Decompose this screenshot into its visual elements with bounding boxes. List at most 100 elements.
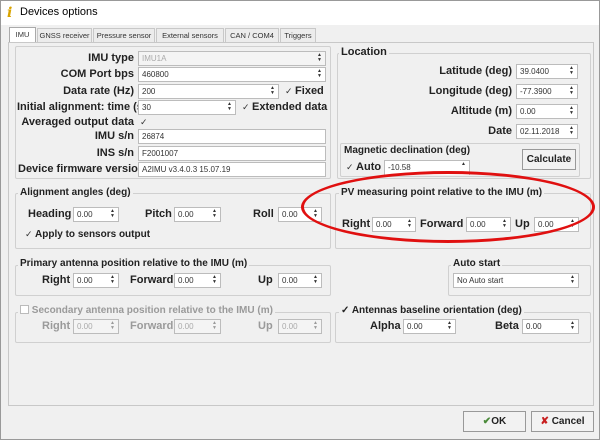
latitude-value: 39.0400 bbox=[520, 67, 549, 76]
secondary-right-label: Right bbox=[42, 320, 71, 332]
cancel-button[interactable]: ✘ Cancel bbox=[531, 411, 594, 432]
secondary-antenna-checkbox[interactable] bbox=[20, 305, 29, 314]
firmware-field[interactable]: A2IMU v3.4.0.3 15.07.19 bbox=[138, 162, 326, 177]
date-spinbox[interactable]: 02.11.2018 ▲ ▼ bbox=[516, 124, 578, 139]
spinner-arrows-icon[interactable]: ▲ ▼ bbox=[108, 321, 117, 332]
averaged-output-label: Averaged output data bbox=[21, 116, 134, 128]
auto-label: Auto bbox=[356, 161, 382, 173]
cancel-x-icon: ✘ bbox=[540, 416, 549, 427]
highlight-ellipse bbox=[301, 171, 595, 243]
ok-button[interactable]: ✔OK bbox=[463, 411, 526, 432]
alpha-value: 0.00 bbox=[407, 322, 423, 331]
imu-type-select[interactable]: IMU1A ▲ ▼ bbox=[138, 51, 326, 66]
apply-sensors-checkbox[interactable]: ✓ Apply to sensors output bbox=[25, 227, 150, 242]
primary-right-value: 0.00 bbox=[77, 276, 93, 285]
fixed-label: Fixed bbox=[295, 85, 324, 97]
com-port-value: 460800 bbox=[142, 70, 169, 79]
pitch-value: 0.00 bbox=[178, 210, 194, 219]
initial-alignment-spinbox[interactable]: 30 ▲ ▼ bbox=[138, 100, 236, 115]
cancel-label: Cancel bbox=[551, 416, 585, 427]
ins-sn-field[interactable]: F2001007 bbox=[138, 146, 326, 161]
auto-start-value: No Auto start bbox=[457, 276, 504, 285]
tab-pressure-sensor[interactable]: Pressure sensor bbox=[93, 28, 155, 42]
heading-value: 0.00 bbox=[77, 210, 93, 219]
auto-checkbox[interactable]: ✓ Auto bbox=[346, 160, 381, 174]
magnetic-declination-value: -10.58 bbox=[388, 163, 411, 172]
secondary-forward-value: 0.00 bbox=[178, 322, 194, 331]
roll-value: 0.00 bbox=[282, 210, 298, 219]
secondary-up-value: 0.00 bbox=[282, 322, 298, 331]
spinner-arrows-icon[interactable]: ▲ ▼ bbox=[210, 209, 219, 220]
spinner-arrows-icon[interactable]: ▲ ▼ bbox=[567, 66, 576, 77]
data-rate-value: 200 bbox=[142, 87, 156, 96]
secondary-right-value: 0.00 bbox=[77, 322, 93, 331]
pitch-spinbox[interactable]: 0.00 ▲ ▼ bbox=[174, 207, 221, 222]
spinner-arrows-icon[interactable]: ▲ ▼ bbox=[210, 275, 219, 286]
spinner-arrows-icon[interactable]: ▲ ▼ bbox=[108, 275, 117, 286]
spinner-arrows-icon[interactable]: ▲ ▼ bbox=[567, 126, 576, 137]
tab-external-sensors[interactable]: External sensors bbox=[156, 28, 224, 42]
longitude-label: Longitude (deg) bbox=[428, 85, 512, 97]
firmware-label: Device firmware version bbox=[18, 163, 145, 175]
extended-data-checkbox[interactable]: ✓ Extended data bbox=[242, 100, 327, 114]
secondary-up-spinbox[interactable]: 0.00 ▲ ▼ bbox=[278, 319, 322, 334]
latitude-label: Latitude (deg) bbox=[439, 65, 512, 77]
pitch-label: Pitch bbox=[145, 208, 172, 220]
baseline-orientation-checkbox[interactable]: ✓ bbox=[341, 305, 349, 316]
dropdown-arrows-icon: ▲ ▼ bbox=[570, 274, 575, 285]
spinner-arrows-icon[interactable]: ▲ ▼ bbox=[210, 321, 219, 332]
tab-gnss-receiver[interactable]: GNSS receiver bbox=[37, 28, 92, 42]
auto-start-title: Auto start bbox=[451, 258, 503, 269]
secondary-right-spinbox[interactable]: 0.00 ▲ ▼ bbox=[73, 319, 119, 334]
magnetic-declination-title: Magnetic declination (deg) bbox=[344, 145, 471, 156]
data-rate-label: Data rate (Hz) bbox=[63, 85, 134, 97]
spinner-arrows-icon[interactable]: ▲ ▼ bbox=[567, 106, 576, 117]
primary-forward-value: 0.00 bbox=[178, 276, 194, 285]
data-rate-spinbox[interactable]: 200 ▲ ▼ bbox=[138, 84, 279, 99]
primary-up-label: Up bbox=[258, 274, 273, 286]
longitude-spinbox[interactable]: -77.3900 ▲ ▼ bbox=[516, 84, 578, 99]
primary-up-spinbox[interactable]: 0.00 ▲ ▼ bbox=[278, 273, 322, 288]
imu-sn-label: IMU s/n bbox=[94, 130, 134, 142]
primary-forward-spinbox[interactable]: 0.00 ▲ ▼ bbox=[174, 273, 221, 288]
secondary-up-label: Up bbox=[258, 320, 273, 332]
heading-spinbox[interactable]: 0.00 ▲ ▼ bbox=[73, 207, 119, 222]
calculate-button[interactable]: Calculate bbox=[522, 149, 576, 170]
beta-spinbox[interactable]: 0.00 ▲ ▼ bbox=[522, 319, 579, 334]
imu-sn-field[interactable]: 26874 bbox=[138, 129, 326, 144]
spinner-arrows-icon[interactable]: ▲ ▼ bbox=[311, 321, 320, 332]
dropdown-arrows-icon: ▲ ▼ bbox=[317, 52, 322, 63]
dropdown-arrows-icon: ▲ ▼ bbox=[317, 68, 322, 79]
secondary-forward-spinbox[interactable]: 0.00 ▲ ▼ bbox=[174, 319, 221, 334]
altitude-spinbox[interactable]: 0.00 ▲ ▼ bbox=[516, 104, 578, 119]
com-port-select[interactable]: 460800 ▲ ▼ bbox=[138, 67, 326, 82]
devices-options-window: i Devices options IMU GNSS receiver Pres… bbox=[0, 0, 600, 440]
fixed-checkbox[interactable]: ✓ Fixed bbox=[285, 84, 324, 98]
spinner-arrows-icon[interactable]: ▲ ▼ bbox=[567, 86, 576, 97]
baseline-orientation-title: ✓ Antennas baseline orientation (deg) bbox=[339, 305, 524, 316]
primary-right-spinbox[interactable]: 0.00 ▲ ▼ bbox=[73, 273, 119, 288]
ins-sn-label: INS s/n bbox=[96, 147, 134, 159]
auto-start-select[interactable]: No Auto start ▲ ▼ bbox=[453, 273, 579, 288]
altitude-value: 0.00 bbox=[520, 107, 536, 116]
imu-type-label: IMU type bbox=[88, 52, 134, 64]
spinner-arrows-icon[interactable]: ▲ ▼ bbox=[108, 209, 117, 220]
primary-right-label: Right bbox=[42, 274, 71, 286]
latitude-spinbox[interactable]: 39.0400 ▲ ▼ bbox=[516, 64, 578, 79]
alpha-spinbox[interactable]: 0.00 ▲ ▼ bbox=[403, 319, 456, 334]
date-label: Date bbox=[488, 125, 512, 137]
alignment-angles-title: Alignment angles (deg) bbox=[18, 187, 133, 198]
apply-sensors-label: Apply to sensors output bbox=[35, 229, 151, 240]
ok-label: OK bbox=[491, 416, 507, 427]
averaged-output-checkbox[interactable]: ✓ bbox=[140, 115, 148, 129]
tab-triggers[interactable]: Triggers bbox=[280, 28, 316, 42]
primary-forward-label: Forward bbox=[130, 274, 174, 286]
window-title: Devices options bbox=[20, 6, 98, 18]
spinner-arrows-icon[interactable]: ▲ ▼ bbox=[268, 86, 277, 97]
spinner-arrows-icon[interactable]: ▲ ▼ bbox=[445, 321, 454, 332]
spinner-arrows-icon[interactable]: ▲ ▼ bbox=[225, 102, 234, 113]
tab-can-com4[interactable]: CAN / COM4 bbox=[225, 28, 279, 42]
spinner-arrows-icon[interactable]: ▲ ▼ bbox=[311, 275, 320, 286]
tab-imu[interactable]: IMU bbox=[9, 27, 36, 43]
spinner-arrows-icon[interactable]: ▲ ▼ bbox=[568, 321, 577, 332]
